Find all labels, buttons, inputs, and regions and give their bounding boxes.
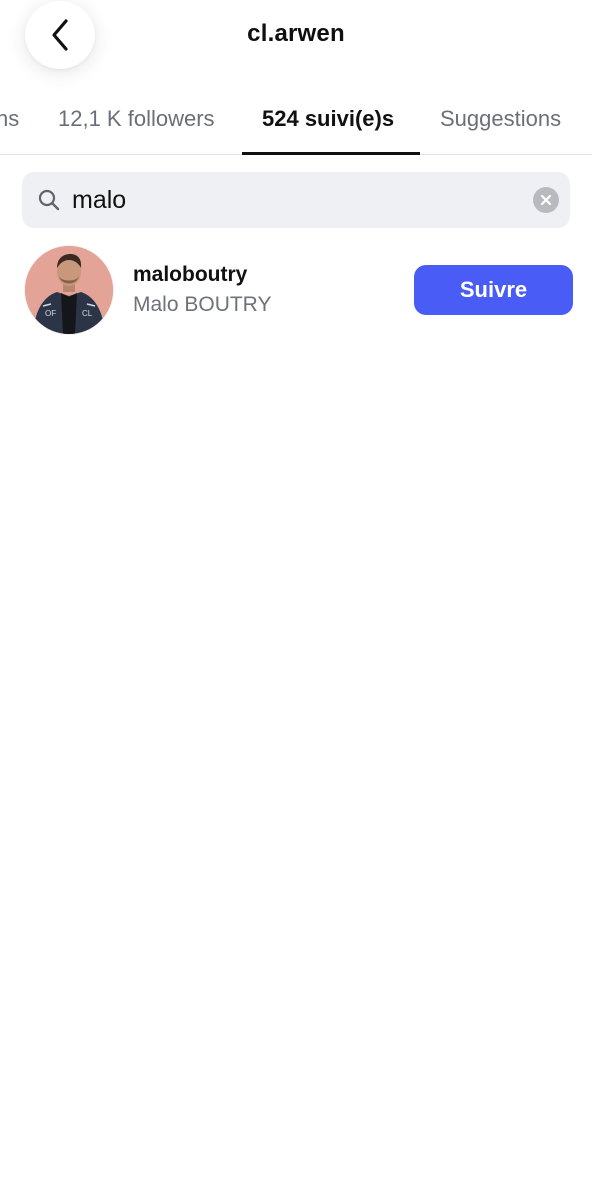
tab-following[interactable]: 524 suivi(e)s xyxy=(262,106,394,132)
svg-text:CL: CL xyxy=(82,309,93,318)
avatar[interactable]: OF CL xyxy=(25,246,113,334)
svg-text:OF: OF xyxy=(45,309,56,318)
list-item[interactable]: OF CL maloboutry Malo BOUTRY Suivre xyxy=(0,240,592,340)
username[interactable]: maloboutry xyxy=(133,263,247,287)
search-bar xyxy=(22,172,570,228)
tab-followers[interactable]: 12,1 K followers xyxy=(58,106,215,132)
clear-search-button[interactable] xyxy=(533,187,559,213)
tab-bar: ns 12,1 K followers 524 suivi(e)s Sugges… xyxy=(0,88,592,155)
full-name: Malo BOUTRY xyxy=(133,293,272,316)
tab-mentions-partial[interactable]: ns xyxy=(0,106,19,132)
tab-suggestions[interactable]: Suggestions xyxy=(440,106,561,132)
active-tab-indicator xyxy=(242,152,420,155)
search-input[interactable] xyxy=(72,180,522,220)
following-list-screen: cl.arwen ns 12,1 K followers 524 suivi(e… xyxy=(0,0,592,1200)
avatar-photo: OF CL xyxy=(25,246,113,334)
follow-button[interactable]: Suivre xyxy=(414,265,573,315)
page-title: cl.arwen xyxy=(247,20,345,47)
clear-icon xyxy=(540,194,552,206)
search-icon xyxy=(38,189,60,211)
header: cl.arwen xyxy=(0,0,592,76)
